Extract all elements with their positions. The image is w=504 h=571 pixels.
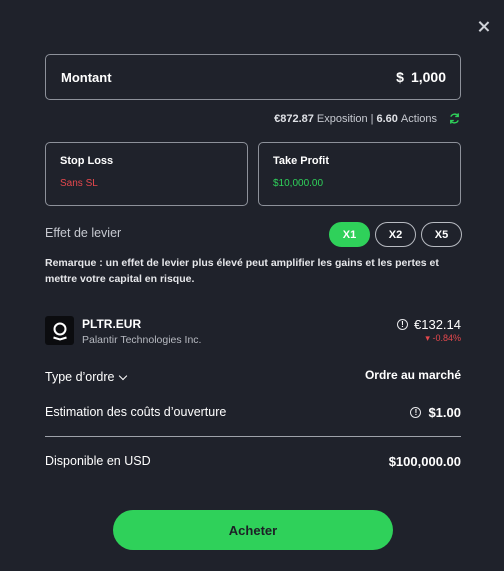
leverage-remark: Remarque : un effet de levier plus élevé…: [45, 257, 439, 285]
info-icon[interactable]: !: [397, 319, 408, 330]
take-profit-box[interactable]: Take Profit $10,000.00: [258, 142, 461, 206]
buy-button[interactable]: Acheter: [113, 510, 393, 550]
leverage-x1-button[interactable]: X1: [329, 222, 370, 247]
stock-price: €132.14: [414, 317, 461, 332]
stock-ticker: PLTR.EUR: [82, 317, 142, 331]
stop-loss-title: Stop Loss: [60, 155, 114, 167]
cost-value-row: ! $1.00: [410, 405, 461, 420]
price-change-value: -0.84%: [432, 333, 461, 343]
stock-price-row: ! €132.14: [397, 317, 461, 332]
shares-label: Actions: [400, 112, 437, 125]
order-type-label: Type d’ordre: [45, 370, 115, 384]
price-change: ▾ -0.84%: [425, 333, 461, 344]
exposure-label: Exposition: [316, 112, 368, 125]
leverage-options: X1 X2 X5: [329, 222, 462, 247]
chevron-down-icon: [119, 371, 128, 380]
amount-label: Montant: [61, 69, 112, 85]
divider: [45, 436, 461, 437]
leverage-label: Effet de levier: [45, 226, 122, 240]
close-icon[interactable]: [474, 17, 494, 37]
take-profit-title: Take Profit: [273, 155, 330, 167]
order-type-dropdown[interactable]: Type d’ordre: [45, 370, 128, 384]
available-label: Disponible en USD: [45, 454, 151, 468]
caret-down-icon: ▾: [425, 333, 430, 343]
stop-loss-box[interactable]: Stop Loss Sans SL: [45, 142, 248, 206]
available-value: $100,000.00: [388, 454, 461, 469]
exposure-amount: €872.87: [274, 112, 314, 125]
cost-value: $1.00: [428, 405, 461, 420]
palantir-logo: [45, 316, 74, 345]
amount-field[interactable]: Montant $ 1,000: [45, 54, 461, 100]
stop-loss-value: Sans SL: [60, 178, 98, 189]
stock-name: Palantir Technologies Inc.: [82, 334, 202, 346]
order-type-value: Ordre au marché: [364, 368, 461, 382]
exposure-summary: €872.87 Exposition | 6.60 Actions: [274, 112, 461, 125]
info-icon[interactable]: !: [410, 407, 422, 418]
shares-amount: 6.60: [376, 112, 398, 125]
amount-currency: $: [396, 69, 404, 85]
exposure-separator: |: [370, 112, 374, 125]
leverage-x5-button[interactable]: X5: [421, 222, 462, 247]
amount-number: 1,000: [410, 69, 446, 85]
leverage-x2-button[interactable]: X2: [375, 222, 416, 247]
take-profit-value: $10,000.00: [273, 178, 324, 189]
refresh-icon[interactable]: [448, 112, 461, 125]
cost-label: Estimation des coûts d’ouverture: [45, 405, 227, 419]
amount-value[interactable]: $ 1,000: [396, 69, 446, 85]
